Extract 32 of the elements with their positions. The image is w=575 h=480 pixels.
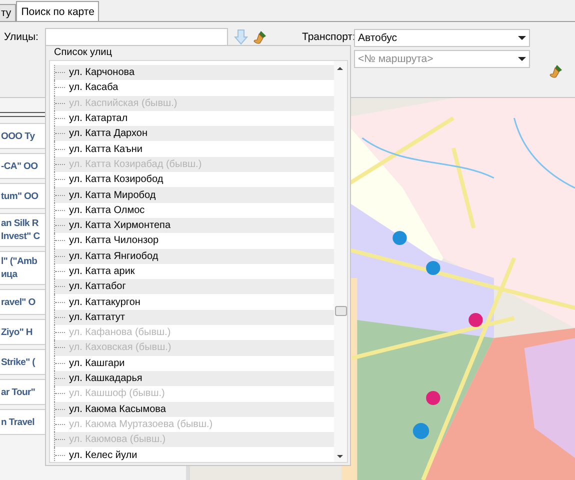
- street-field[interactable]: [45, 28, 228, 46]
- company-name: tum" OO: [1, 190, 38, 202]
- street-item[interactable]: ул. Карчонова: [54, 65, 334, 80]
- company-name: Invest" C: [1, 230, 40, 243]
- company-name: ООО Ту: [1, 130, 35, 142]
- company-name: n Travel: [1, 416, 35, 428]
- street-item[interactable]: ул. Катта Хирмонтепа: [54, 218, 334, 234]
- street-item[interactable]: ул. Каттатут: [54, 310, 334, 326]
- company-name: Ziyo" H: [1, 326, 32, 338]
- brush-icon[interactable]: [252, 29, 268, 45]
- tab[interactable]: ту: [0, 4, 16, 21]
- tab[interactable]: Поиск по карте: [16, 1, 100, 21]
- street-item[interactable]: ул. Катта Дархон: [54, 126, 334, 142]
- field-label: Транспорт:: [302, 31, 356, 43]
- panel-title: Список улиц: [53, 46, 112, 60]
- field-label: Улицы:: [4, 31, 38, 43]
- transport-dropdown[interactable]: Автобус: [354, 29, 530, 47]
- street-item[interactable]: ул. Кашкадарья: [54, 370, 334, 386]
- company-name: Strike" (: [1, 356, 36, 368]
- company-name: -CA" OO: [1, 160, 38, 172]
- brush-icon[interactable]: [548, 63, 564, 79]
- street-item[interactable]: ул. Катта Янгиобод: [54, 248, 334, 264]
- company-name: l" ("Amb: [1, 255, 38, 268]
- street-item[interactable]: ул. Катта Миробод: [54, 187, 334, 203]
- street-item[interactable]: ул. Каттабог: [54, 279, 334, 294]
- street-item[interactable]: ул. Каюма Касымова: [54, 402, 334, 417]
- company-name: ица: [1, 268, 18, 281]
- company-name: ar Tour": [1, 386, 36, 398]
- route-dropdown[interactable]: <№ маршрута>: [354, 50, 530, 68]
- company-name: an Silk R: [1, 217, 38, 230]
- company-name: ravel" O: [1, 296, 36, 308]
- scrollbar[interactable]: [334, 61, 347, 462]
